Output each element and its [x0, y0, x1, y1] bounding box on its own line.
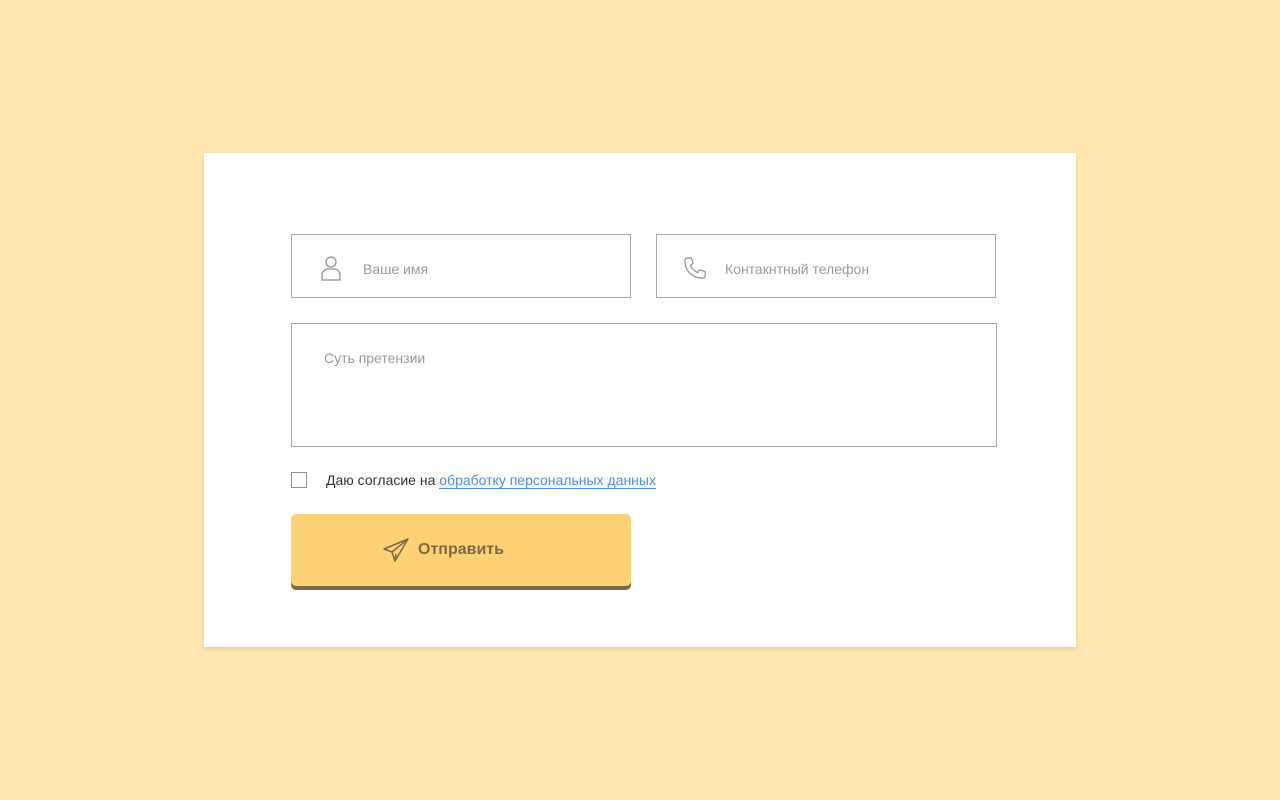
consent-checkbox[interactable] [291, 472, 307, 488]
consent-label: Даю согласие на обработку персональных д… [326, 472, 656, 489]
name-field[interactable]: Ваше имя [291, 234, 631, 298]
user-icon [321, 256, 341, 281]
phone-field-placeholder: Контакнтный телефон [725, 261, 870, 277]
submit-label: Отправить [418, 541, 504, 558]
consent-row: Даю согласие на обработку персональных д… [291, 472, 791, 489]
send-icon [383, 538, 409, 562]
privacy-policy-link[interactable]: обработку персональных данных [439, 472, 656, 489]
phone-icon [684, 257, 706, 279]
phone-field[interactable]: Контакнтный телефон [656, 234, 996, 298]
message-textarea[interactable]: Суть претензии [291, 323, 997, 447]
consent-text: Даю согласие на [326, 472, 436, 488]
submit-button[interactable]: Отправить [291, 514, 631, 586]
message-placeholder: Суть претензии [324, 350, 426, 366]
form-card: Ваше имя Контакнтный телефон Суть претен… [204, 153, 1076, 647]
name-field-placeholder: Ваше имя [363, 261, 429, 277]
